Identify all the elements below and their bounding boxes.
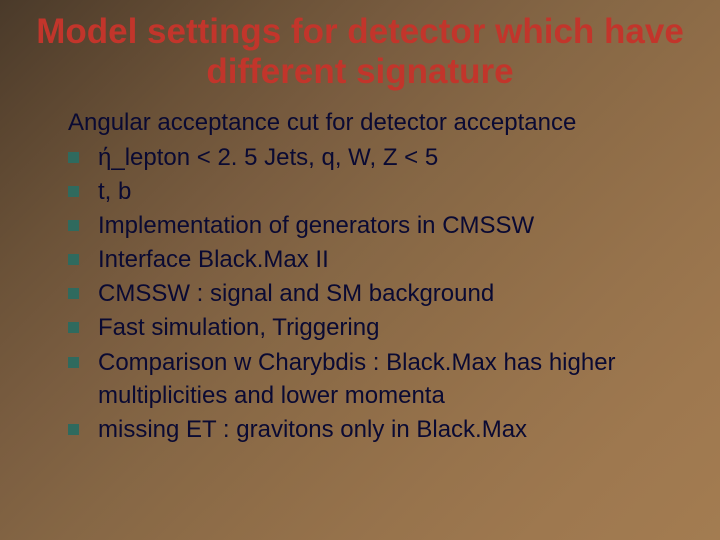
bullet-text: ή_lepton < 2. 5 Jets, q, W, Z < 5 xyxy=(98,144,438,171)
list-item: Fast simulation, Triggering xyxy=(64,311,686,344)
bullet-list: ή_lepton < 2. 5 Jets, q, W, Z < 5 t, b I… xyxy=(64,141,686,446)
bullet-text: missing ET : gravitons only in Black.Max xyxy=(98,416,527,443)
list-item: t, b xyxy=(64,175,686,208)
square-bullet-icon xyxy=(68,186,79,197)
list-item: Implementation of generators in CMSSW xyxy=(64,209,686,242)
bullet-text: t, b xyxy=(98,178,131,205)
bullet-text: Implementation of generators in CMSSW xyxy=(98,212,534,239)
bullet-text: CMSSW : signal and SM background xyxy=(98,280,494,307)
slide-title: Model settings for detector which have d… xyxy=(34,12,686,93)
square-bullet-icon xyxy=(68,220,79,231)
bullet-text: Fast simulation, Triggering xyxy=(98,314,379,341)
list-item: ή_lepton < 2. 5 Jets, q, W, Z < 5 xyxy=(64,141,686,174)
list-item: CMSSW : signal and SM background xyxy=(64,277,686,310)
square-bullet-icon xyxy=(68,424,79,435)
list-item: Comparison w Charybdis : Black.Max has h… xyxy=(64,346,686,412)
bullet-text: Interface Black.Max II xyxy=(98,246,329,273)
list-item: missing ET : gravitons only in Black.Max xyxy=(64,413,686,446)
subline: Angular acceptance cut for detector acce… xyxy=(68,107,686,139)
square-bullet-icon xyxy=(68,357,79,368)
square-bullet-icon xyxy=(68,322,79,333)
square-bullet-icon xyxy=(68,254,79,265)
title-line-2: different signature xyxy=(206,52,513,91)
square-bullet-icon xyxy=(68,288,79,299)
list-item: Interface Black.Max II xyxy=(64,243,686,276)
bullet-text: Comparison w Charybdis : Black.Max has h… xyxy=(98,349,616,409)
square-bullet-icon xyxy=(68,152,79,163)
slide: Model settings for detector which have d… xyxy=(0,0,720,540)
title-line-1: Model settings for detector which have xyxy=(36,12,684,51)
